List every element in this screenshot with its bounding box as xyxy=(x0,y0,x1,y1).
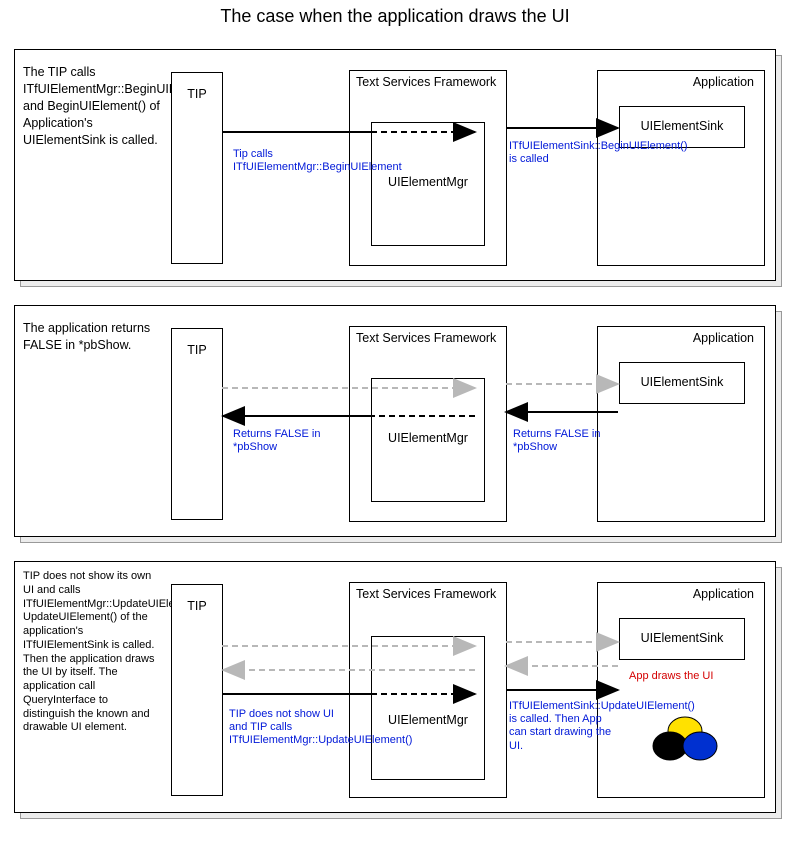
note-2-left: Returns FALSE in *pbShow xyxy=(233,428,343,454)
page-title: The case when the application draws the … xyxy=(0,0,790,39)
note-1-left: Tip calls ITfUIElementMgr::BeginUIElemen… xyxy=(233,148,343,174)
panel-3: TIP does not show its own UI and calls I… xyxy=(14,561,776,813)
note-1-right: ITfUIElementSink::BeginUIElement() is ca… xyxy=(509,140,615,166)
app-draws-icon xyxy=(645,714,725,762)
panel-1: The TIP calls ITfUIElementMgr::BeginUIEl… xyxy=(14,49,776,281)
note-3-left: TIP does not show UI and TIP calls ITfUI… xyxy=(229,708,345,748)
app-draws-text: App draws the UI xyxy=(629,670,713,682)
arrows-3 xyxy=(15,562,775,812)
panel-2: The application returns FALSE in *pbShow… xyxy=(14,305,776,537)
note-3-right: ITfUIElementSink::UpdateUIElement() is c… xyxy=(509,700,613,753)
note-2-right: Returns FALSE in *pbShow xyxy=(513,428,623,454)
arrows-2 xyxy=(15,306,775,536)
